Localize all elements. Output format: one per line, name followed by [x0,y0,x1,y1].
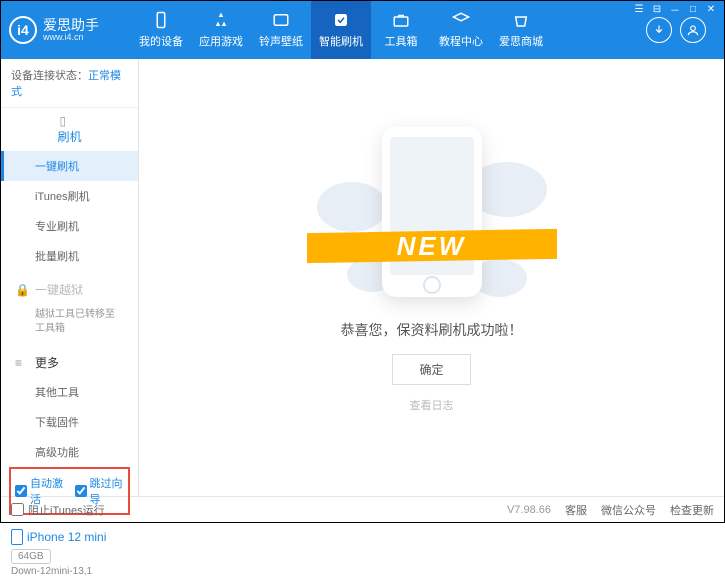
sidebar-item-quickflash[interactable]: 一键刷机 [1,151,138,181]
ribbon-text: NEW [397,231,467,262]
sidebar-item-batchflash[interactable]: 批量刷机 [1,241,138,271]
nav: 我的设备 应用游戏 铃声壁纸 智能刷机 工具箱 教程中心 爱思商城 [131,1,646,59]
version-label: V7.98.66 [507,504,551,516]
block-itunes-checkbox[interactable]: 阻止iTunes运行 [11,502,105,518]
nav-my-device[interactable]: 我的设备 [131,1,191,59]
ok-button[interactable]: 确定 [392,354,470,385]
jailbreak-note: 越狱工具已转移至工具箱 [35,308,124,336]
nav-apps[interactable]: 应用游戏 [191,1,251,59]
minimize-button[interactable]: － [667,2,683,16]
sidebar-section-jailbreak[interactable]: 🔒一键越狱 [1,275,138,304]
sidebar-section-more[interactable]: ≡更多 [1,348,138,377]
sidebar: 设备连接状态：正常模式 ▯刷机 一键刷机 iTunes刷机 专业刷机 批量刷机 … [1,59,139,496]
connection-status: 设备连接状态：正常模式 [1,59,138,108]
store-icon [512,11,530,29]
apps-icon [212,11,230,29]
sidebar-item-itunesflash[interactable]: iTunes刷机 [1,181,138,211]
phone-icon: ▯ [60,114,74,128]
sidebar-section-flash[interactable]: ▯刷机 [1,108,138,151]
logo-icon: i4 [9,16,37,44]
nav-flash[interactable]: 智能刷机 [311,1,371,59]
device-storage: 64GB [11,549,51,564]
main-panel: NEW 恭喜您，保资料刷机成功啦！ 确定 查看日志 [139,59,724,496]
nav-store[interactable]: 爱思商城 [491,1,551,59]
nav-toolbox[interactable]: 工具箱 [371,1,431,59]
success-illustration: NEW [317,122,547,302]
maximize-button[interactable]: □ [685,2,701,16]
logo-url: www.i4.cn [43,32,99,42]
nav-ringtone[interactable]: 铃声壁纸 [251,1,311,59]
success-message: 恭喜您，保资料刷机成功啦！ [341,320,523,340]
menu-button[interactable]: ☰ [631,2,647,16]
support-link[interactable]: 客服 [565,502,587,518]
sidebar-item-downloadfw[interactable]: 下载固件 [1,407,138,437]
user-button[interactable] [680,17,706,43]
download-button[interactable] [646,17,672,43]
header: i4 爱思助手 www.i4.cn 我的设备 应用游戏 铃声壁纸 智能刷机 工具… [1,1,724,59]
device-name: iPhone 12 mini [11,529,128,545]
sidebar-item-proflash[interactable]: 专业刷机 [1,211,138,241]
device-info[interactable]: iPhone 12 mini 64GB Down-12mini-13,1 [1,523,138,585]
more-icon: ≡ [15,356,29,370]
sidebar-item-advanced[interactable]: 高级功能 [1,437,138,467]
logo-name: 爱思助手 [43,18,99,32]
pin-button[interactable]: ⊟ [649,2,665,16]
wechat-link[interactable]: 微信公众号 [601,502,656,518]
sidebar-item-othertools[interactable]: 其他工具 [1,377,138,407]
flash-icon [332,11,350,29]
tutorial-icon [452,11,470,29]
logo[interactable]: i4 爱思助手 www.i4.cn [9,16,131,44]
view-log-link[interactable]: 查看日志 [410,397,454,413]
phone-icon [152,11,170,29]
nav-tutorial[interactable]: 教程中心 [431,1,491,59]
device-model: Down-12mini-13,1 [11,566,128,577]
toolbox-icon [392,11,410,29]
check-update-link[interactable]: 检查更新 [670,502,714,518]
close-button[interactable]: ✕ [703,2,719,16]
lock-icon: 🔒 [15,283,29,297]
wallpaper-icon [272,11,290,29]
